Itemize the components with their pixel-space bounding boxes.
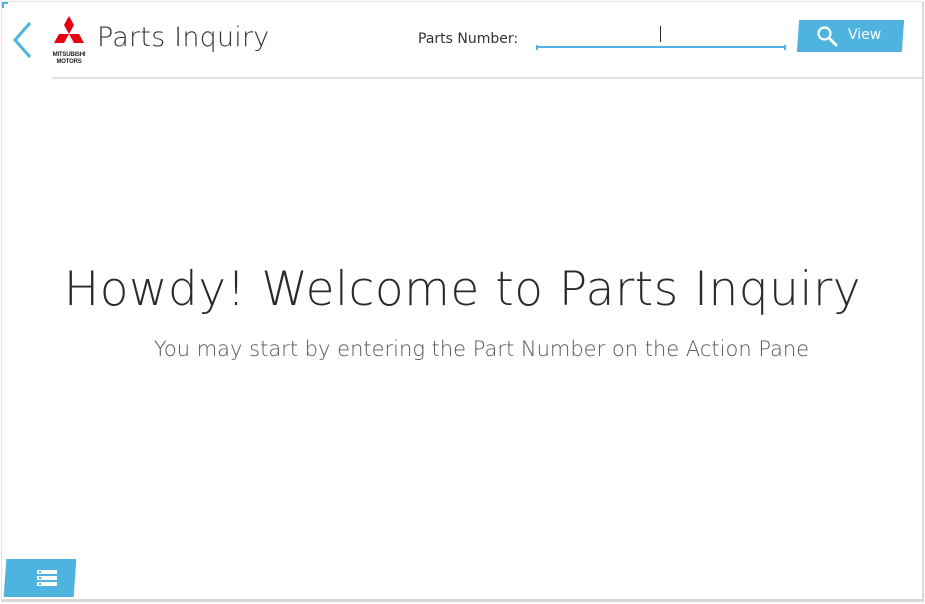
logo-text-line2: MOTORS bbox=[56, 59, 82, 65]
mitsubishi-logo: MITSUBISHI MOTORS bbox=[50, 16, 88, 66]
search-icon bbox=[817, 26, 838, 47]
welcome-title: Howdy! Welcome to Parts Inquiry bbox=[63, 262, 862, 317]
text-caret bbox=[660, 26, 661, 42]
menu-list-icon bbox=[36, 570, 57, 587]
action-pane-button[interactable] bbox=[3, 559, 77, 597]
three-diamonds-icon bbox=[54, 16, 84, 43]
chevron-left-icon bbox=[12, 22, 32, 58]
parts-number-label: Parts Number: bbox=[418, 31, 519, 47]
view-button[interactable]: View bbox=[796, 20, 905, 52]
parts-number-field-wrap bbox=[536, 20, 786, 50]
logo-text-line1: MITSUBISHI bbox=[52, 52, 86, 58]
view-button-label: View bbox=[848, 27, 882, 43]
back-button[interactable] bbox=[8, 20, 38, 60]
corner-accent bbox=[2, 2, 8, 8]
input-right-tick bbox=[784, 45, 786, 50]
header-divider bbox=[52, 77, 922, 79]
parts-number-input[interactable] bbox=[536, 20, 786, 48]
page-title: Parts Inquiry bbox=[97, 22, 270, 53]
input-left-tick bbox=[536, 45, 538, 50]
welcome-subtitle: You may start by entering the Part Numbe… bbox=[153, 337, 810, 361]
